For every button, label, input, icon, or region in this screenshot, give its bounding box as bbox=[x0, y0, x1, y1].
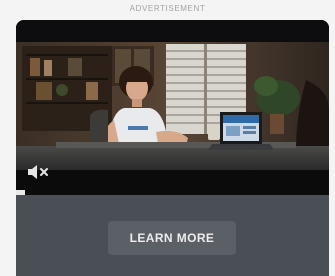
video-frame bbox=[16, 20, 329, 212]
video-player[interactable] bbox=[16, 20, 329, 212]
learn-more-button[interactable]: LEARN MORE bbox=[108, 221, 236, 255]
speaker-muted-icon bbox=[28, 165, 48, 179]
mute-button[interactable] bbox=[26, 162, 52, 182]
cta-panel: LEARN MORE bbox=[16, 195, 329, 276]
advertisement-label: ADVERTISEMENT bbox=[129, 4, 206, 13]
ad-card: LEARN MORE bbox=[16, 20, 329, 276]
